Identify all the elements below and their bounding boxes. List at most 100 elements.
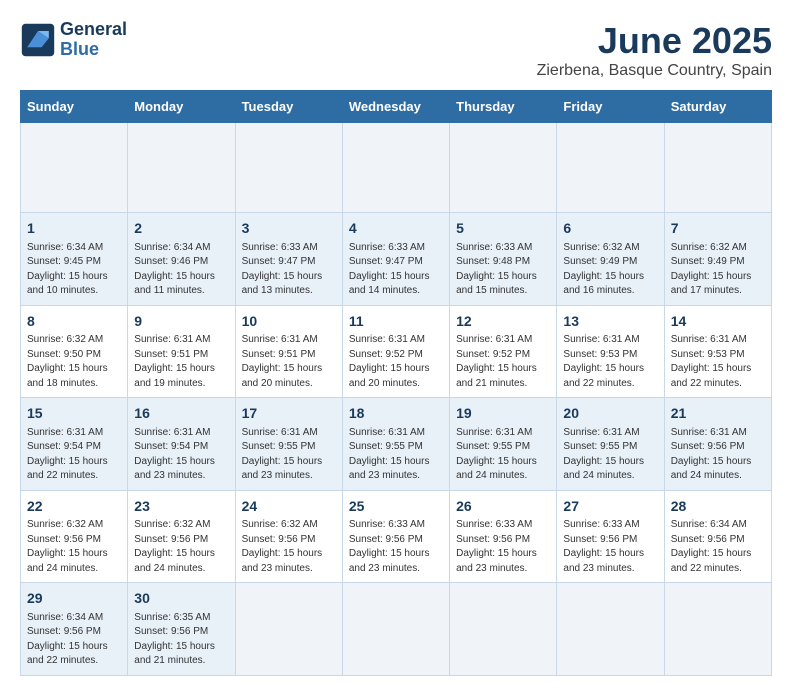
sunset-label: Sunset: 9:56 PM [671, 534, 745, 545]
day-number: 27 [563, 497, 657, 517]
daylight-label: Daylight: 15 hours and 20 minutes. [242, 363, 323, 389]
location-title: Zierbena, Basque Country, Spain [537, 62, 772, 80]
sunrise-label: Sunrise: 6:32 AM [563, 242, 639, 253]
day-info: Sunrise: 6:31 AMSunset: 9:54 PMDaylight:… [27, 426, 121, 484]
sunset-label: Sunset: 9:53 PM [671, 349, 745, 360]
sunset-label: Sunset: 9:55 PM [349, 441, 423, 452]
calendar-cell: 2Sunrise: 6:34 AMSunset: 9:46 PMDaylight… [128, 213, 235, 306]
calendar-cell: 19 Sunrise: 6:31 AM Sunset: 9:55 PM Dayligh… [450, 398, 557, 491]
calendar-cell: 27Sunrise: 6:33 AMSunset: 9:56 PMDayligh… [557, 490, 664, 583]
sunset-label: Sunset: 9:47 PM [349, 256, 423, 267]
calendar-cell: 1Sunrise: 6:34 AMSunset: 9:45 PMDaylight… [21, 213, 128, 306]
daylight-label: Daylight: 15 hours and 21 minutes. [134, 641, 215, 667]
day-info: Sunrise: 6:31 AMSunset: 9:55 PMDaylight:… [563, 426, 657, 484]
day-number: 10 [242, 312, 336, 332]
daylight-label: Daylight: 15 hours and 22 minutes. [27, 641, 108, 667]
sunrise-label: Sunrise: 6:31 AM [134, 427, 210, 438]
sunrise-label: Sunrise: 6:31 AM [456, 334, 532, 345]
sunrise-label: Sunrise: 6:31 AM [349, 427, 425, 438]
calendar-cell [128, 123, 235, 213]
sunrise-label: Sunrise: 6:34 AM [27, 612, 103, 623]
sunrise-label: Sunrise: 6:32 AM [134, 519, 210, 530]
calendar-cell: 10Sunrise: 6:31 AMSunset: 9:51 PMDayligh… [235, 305, 342, 398]
calendar-cell: 30Sunrise: 6:35 AMSunset: 9:56 PMDayligh… [128, 583, 235, 676]
day-number: 3 [242, 219, 336, 239]
sunrise-label: Sunrise: 6:31 AM [563, 334, 639, 345]
sunrise-label: Sunrise: 6:31 AM [671, 427, 747, 438]
sunset-label: Sunset: 9:51 PM [242, 349, 316, 360]
daylight-label: Daylight: 15 hours and 16 minutes. [563, 271, 644, 297]
daylight-label: Daylight: 15 hours and 24 minutes. [27, 548, 108, 574]
day-number: 6 [563, 219, 657, 239]
calendar-cell: 6 Sunrise: 6:32 AM Sunset: 9:49 PM Daylight… [557, 213, 664, 306]
calendar-table: Sunday Monday Tuesday Wednesday Thursday… [20, 90, 772, 676]
header-friday: Friday [557, 91, 664, 123]
sunrise-label: Sunrise: 6:33 AM [563, 519, 639, 530]
daylight-label: Daylight: 15 hours and 23 minutes. [242, 548, 323, 574]
sunset-label: Sunset: 9:48 PM [456, 256, 530, 267]
daylight-label: Daylight: 15 hours and 23 minutes. [242, 456, 323, 482]
sunset-label: Sunset: 9:53 PM [563, 349, 637, 360]
daylight-label: Daylight: 15 hours and 11 minutes. [134, 271, 215, 297]
day-number: 18 [349, 404, 443, 424]
daylight-label: Daylight: 15 hours and 22 minutes. [671, 363, 752, 389]
calendar-week-row [21, 123, 772, 213]
day-info: Sunrise: 6:31 AMSunset: 9:56 PMDaylight:… [671, 426, 765, 484]
calendar-week-row: 29Sunrise: 6:34 AMSunset: 9:56 PMDayligh… [21, 583, 772, 676]
day-info: Sunrise: 6:31 AM Sunset: 9:55 PM Daylight:… [456, 426, 550, 484]
sunset-label: Sunset: 9:56 PM [27, 534, 101, 545]
calendar-cell: 11Sunrise: 6:31 AMSunset: 9:52 PMDayligh… [342, 305, 449, 398]
sunrise-label: Sunrise: 6:34 AM [27, 242, 103, 253]
sunset-label: Sunset: 9:49 PM [563, 256, 637, 267]
calendar-cell [557, 123, 664, 213]
sunset-label: Sunset: 9:45 PM [27, 256, 101, 267]
day-number: 14 [671, 312, 765, 332]
day-info: Sunrise: 6:32 AM Sunset: 9:49 PM Daylight:… [563, 241, 657, 299]
day-number: 9 [134, 312, 228, 332]
header-wednesday: Wednesday [342, 91, 449, 123]
calendar-cell: 12Sunrise: 6:31 AMSunset: 9:52 PMDayligh… [450, 305, 557, 398]
daylight-label: Daylight: 15 hours and 23 minutes. [563, 548, 644, 574]
sunrise-label: Sunrise: 6:34 AM [134, 242, 210, 253]
day-number: 25 [349, 497, 443, 517]
day-number: 20 [563, 404, 657, 424]
day-number: 28 [671, 497, 765, 517]
daylight-label: Daylight: 15 hours and 23 minutes. [134, 456, 215, 482]
day-info: Sunrise: 6:31 AMSunset: 9:53 PMDaylight:… [563, 333, 657, 391]
sunset-label: Sunset: 9:55 PM [456, 441, 530, 452]
sunrise-label: Sunrise: 6:31 AM [134, 334, 210, 345]
day-number: 4 [349, 219, 443, 239]
calendar-cell [235, 583, 342, 676]
calendar-cell [342, 123, 449, 213]
daylight-label: Daylight: 15 hours and 24 minutes. [671, 456, 752, 482]
header-thursday: Thursday [450, 91, 557, 123]
day-number: 13 [563, 312, 657, 332]
sunrise-label: Sunrise: 6:33 AM [456, 242, 532, 253]
daylight-label: Daylight: 15 hours and 18 minutes. [27, 363, 108, 389]
sunset-label: Sunset: 9:54 PM [134, 441, 208, 452]
daylight-label: Daylight: 15 hours and 17 minutes. [671, 271, 752, 297]
daylight-label: Daylight: 15 hours and 24 minutes. [456, 456, 537, 482]
day-number: 29 [27, 589, 121, 609]
logo-text: General Blue [60, 20, 127, 60]
day-info: Sunrise: 6:34 AMSunset: 9:56 PMDaylight:… [671, 518, 765, 576]
calendar-cell: 18Sunrise: 6:31 AMSunset: 9:55 PMDayligh… [342, 398, 449, 491]
day-number: 22 [27, 497, 121, 517]
sunrise-label: Sunrise: 6:32 AM [27, 519, 103, 530]
calendar-cell: 4Sunrise: 6:33 AMSunset: 9:47 PMDaylight… [342, 213, 449, 306]
sunset-label: Sunset: 9:52 PM [456, 349, 530, 360]
sunrise-label: Sunrise: 6:31 AM [242, 427, 318, 438]
day-info: Sunrise: 6:31 AMSunset: 9:51 PMDaylight:… [242, 333, 336, 391]
sunset-label: Sunset: 9:46 PM [134, 256, 208, 267]
sunrise-label: Sunrise: 6:31 AM [563, 427, 639, 438]
sunrise-label: Sunrise: 6:31 AM [671, 334, 747, 345]
day-number: 19 [456, 404, 550, 424]
day-info: Sunrise: 6:33 AMSunset: 9:48 PMDaylight:… [456, 241, 550, 299]
sunrise-label: Sunrise: 6:31 AM [456, 427, 532, 438]
daylight-label: Daylight: 15 hours and 13 minutes. [242, 271, 323, 297]
day-number: 1 [27, 219, 121, 239]
sunset-label: Sunset: 9:56 PM [134, 534, 208, 545]
calendar-cell: 15Sunrise: 6:31 AMSunset: 9:54 PMDayligh… [21, 398, 128, 491]
day-number: 26 [456, 497, 550, 517]
day-info: Sunrise: 6:31 AMSunset: 9:52 PMDaylight:… [456, 333, 550, 391]
